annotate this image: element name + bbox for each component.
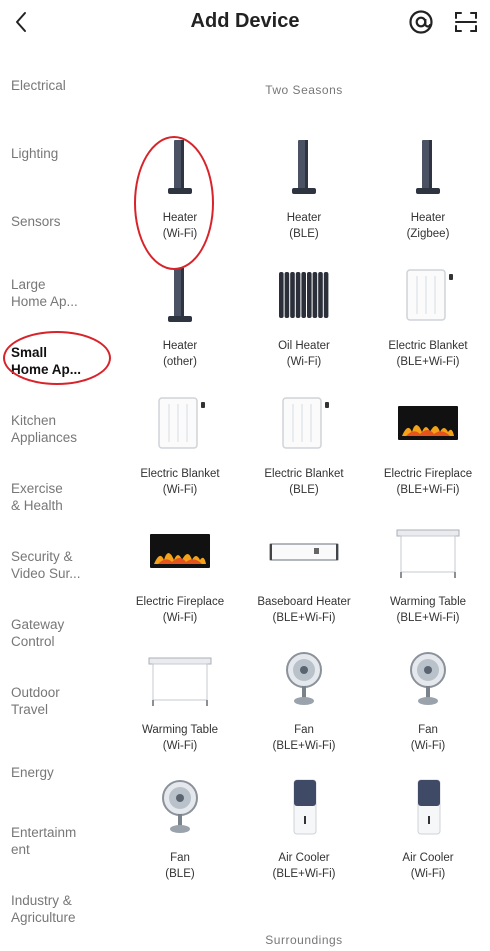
heater-icon	[242, 130, 366, 198]
air-cooler-icon	[366, 770, 490, 838]
device-tile[interactable]: Baseboard Heater (BLE+Wi-Fi)	[242, 514, 366, 640]
sidebar-item[interactable]: Gateway Control	[11, 616, 111, 650]
device-tile[interactable]: Heater (other)	[118, 258, 242, 384]
device-protocol: (BLE)	[289, 484, 319, 496]
electric-blanket-icon	[118, 386, 242, 454]
fan-icon	[118, 770, 242, 838]
electric-blanket-icon	[242, 386, 366, 454]
section-title-two-seasons: Two Seasons	[265, 83, 343, 97]
device-name: Heater	[286, 212, 322, 224]
device-tile[interactable]: Fan (Wi-Fi)	[366, 642, 490, 768]
oil-heater-icon	[242, 258, 366, 326]
device-protocol: (BLE)	[165, 868, 195, 880]
device-tile[interactable]: Electric Fireplace (Wi-Fi)	[118, 514, 242, 640]
device-name: Electric Blanket	[264, 468, 344, 480]
device-protocol: (Wi-Fi)	[162, 484, 198, 496]
category-sidebar: Electrical Lighting Sensors Large Home Ap..…	[0, 50, 118, 951]
sidebar-item[interactable]: Exercise & Health	[11, 480, 111, 514]
device-tile[interactable]: Air Cooler (BLE+Wi-Fi)	[242, 770, 366, 896]
device-name: Electric Blanket	[388, 340, 468, 352]
device-name: Oil Heater	[278, 340, 330, 352]
device-tile[interactable]: Warming Table (BLE+Wi-Fi)	[366, 514, 490, 640]
device-protocol: (BLE+Wi-Fi)	[272, 612, 336, 624]
device-protocol: (BLE+Wi-Fi)	[396, 484, 460, 496]
device-name: Warming Table	[389, 596, 467, 608]
device-tile[interactable]: Electric Blanket (BLE)	[242, 386, 366, 512]
device-protocol: (Wi-Fi)	[162, 740, 198, 752]
sidebar-item[interactable]: Energy	[11, 764, 111, 781]
device-name: Heater	[410, 212, 446, 224]
sidebar-item[interactable]: Kitchen Appliances	[11, 412, 111, 446]
baseboard-heater-icon	[242, 514, 366, 582]
device-protocol: (Wi-Fi)	[410, 868, 446, 880]
fan-icon	[366, 642, 490, 710]
device-name: Electric Fireplace	[135, 596, 225, 608]
heater-icon	[366, 130, 490, 198]
device-protocol: (BLE)	[289, 228, 319, 240]
electric-fireplace-icon	[118, 514, 242, 582]
highlight-circle-heater	[134, 136, 214, 270]
sidebar-item[interactable]: Industry & Agriculture	[11, 892, 111, 926]
warming-table-icon	[118, 642, 242, 710]
device-protocol: (Wi-Fi)	[410, 740, 446, 752]
sidebar-item[interactable]: Electrical	[11, 77, 111, 94]
air-cooler-icon	[242, 770, 366, 838]
device-tile[interactable]: Electric Blanket (BLE+Wi-Fi)	[366, 258, 490, 384]
sidebar-item[interactable]: Entertainm ent	[11, 824, 111, 858]
sidebar-item[interactable]: Large Home Ap...	[11, 276, 111, 310]
device-name: Fan	[170, 852, 190, 864]
device-protocol: (Wi-Fi)	[286, 356, 322, 368]
highlight-circle-small-home	[3, 331, 111, 385]
device-protocol: (Wi-Fi)	[162, 612, 198, 624]
device-name: Heater	[162, 340, 198, 352]
scan-icon[interactable]	[453, 9, 479, 35]
at-sign-icon[interactable]	[408, 9, 434, 35]
sidebar-item[interactable]: Outdoor Travel	[11, 684, 111, 718]
electric-fireplace-icon	[366, 386, 490, 454]
device-protocol: (BLE+Wi-Fi)	[396, 612, 460, 624]
device-name: Fan	[418, 724, 438, 736]
warming-table-icon	[366, 514, 490, 582]
device-tile[interactable]: Heater (Zigbee)	[366, 130, 490, 256]
section-title-surroundings: Surroundings	[265, 933, 343, 947]
device-protocol: (BLE+Wi-Fi)	[272, 740, 336, 752]
device-protocol: (BLE+Wi-Fi)	[396, 356, 460, 368]
device-name: Fan	[294, 724, 314, 736]
sidebar-item[interactable]: Sensors	[11, 213, 111, 230]
device-tile[interactable]: Electric Blanket (Wi-Fi)	[118, 386, 242, 512]
device-name: Baseboard Heater	[257, 596, 351, 608]
device-name: Electric Fireplace	[383, 468, 473, 480]
device-protocol: (other)	[163, 356, 197, 368]
device-tile[interactable]: Electric Fireplace (BLE+Wi-Fi)	[366, 386, 490, 512]
header-bar: Add Device	[0, 0, 490, 44]
electric-blanket-icon	[366, 258, 490, 326]
device-tile[interactable]: Fan (BLE+Wi-Fi)	[242, 642, 366, 768]
device-protocol: (BLE+Wi-Fi)	[272, 868, 336, 880]
device-name: Air Cooler	[278, 852, 330, 864]
sidebar-item[interactable]: Security & Video Sur...	[11, 548, 111, 582]
device-name: Electric Blanket	[140, 468, 220, 480]
device-tile[interactable]: Air Cooler (Wi-Fi)	[366, 770, 490, 896]
device-protocol: (Zigbee)	[406, 228, 450, 240]
device-name: Air Cooler	[402, 852, 454, 864]
device-tile[interactable]: Fan (BLE)	[118, 770, 242, 896]
device-tile[interactable]: Warming Table (Wi-Fi)	[118, 642, 242, 768]
fan-icon	[242, 642, 366, 710]
device-tile[interactable]: Heater (BLE)	[242, 130, 366, 256]
device-name: Warming Table	[141, 724, 219, 736]
sidebar-item[interactable]: Lighting	[11, 145, 111, 162]
device-tile[interactable]: Oil Heater (Wi-Fi)	[242, 258, 366, 384]
